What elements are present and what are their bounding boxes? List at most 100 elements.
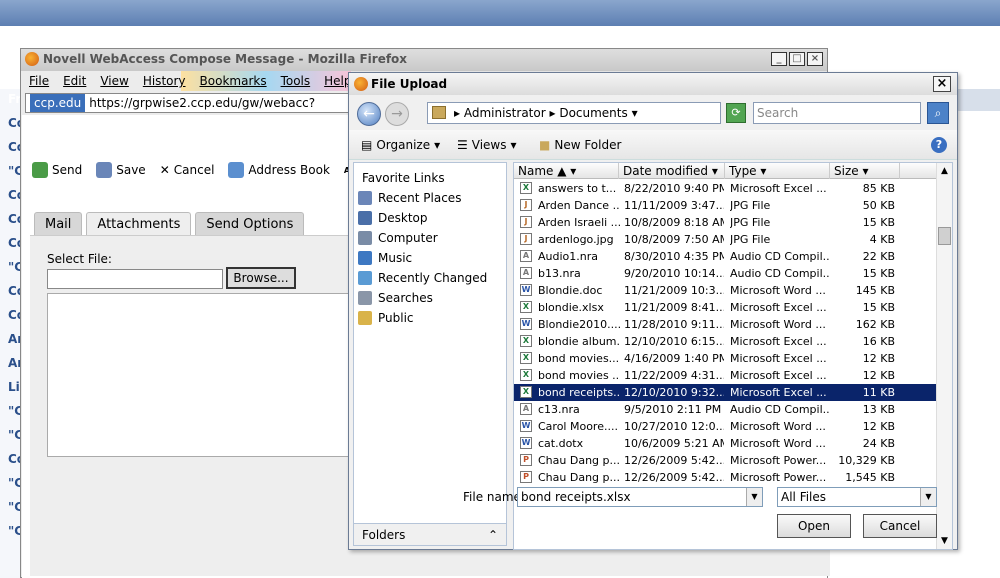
firefox-title-bar: Novell WebAccess Compose Message - Mozil… bbox=[21, 49, 827, 71]
minimize-button[interactable]: _ bbox=[771, 52, 787, 66]
cancel-button[interactable]: Cancel bbox=[863, 514, 937, 538]
file-name: Chau Dang p... bbox=[538, 471, 620, 484]
file-type-select[interactable]: All Files ▼ bbox=[777, 487, 937, 507]
favorite-link[interactable]: Recently Changed bbox=[358, 271, 487, 285]
file-row[interactable]: W Blondie2010.... 11/28/2010 9:11... Micros… bbox=[514, 316, 940, 333]
file-type: Microsoft Power... bbox=[730, 471, 827, 484]
organize-button[interactable]: ▤ Organize ▾ bbox=[361, 138, 440, 152]
chevron-down-icon[interactable]: ▼ bbox=[920, 488, 936, 506]
views-button[interactable]: ☰ Views ▾ bbox=[457, 138, 517, 152]
menu-item-file[interactable]: File bbox=[29, 71, 49, 91]
new-folder-icon: ■ bbox=[539, 138, 551, 152]
file-row[interactable]: Xblondie.xlsx 11/21/2009 8:41... Microsoft… bbox=[514, 299, 940, 316]
favorite-links-header: Favorite Links bbox=[362, 171, 445, 185]
file-type-icon: J bbox=[520, 199, 532, 211]
menu-item-history[interactable]: History bbox=[143, 71, 186, 91]
favorite-link-icon bbox=[358, 251, 372, 265]
file-row[interactable]: Ab13.nra 9/20/2010 10:14... Audio CD Compi… bbox=[514, 265, 940, 282]
navigation-row: ← → ▸ Administrator ▸ Documents ▾ ⟳ Sear… bbox=[349, 98, 957, 128]
menu-item-bookmarks[interactable]: Bookmarks bbox=[200, 71, 267, 91]
dialog-close-button[interactable]: × bbox=[933, 76, 951, 92]
file-name: blondie.xlsx bbox=[538, 301, 604, 314]
file-row[interactable]: Xbond movies ... 11/22/2009 4:31... Micros… bbox=[514, 367, 940, 384]
file-row[interactable]: A Audio1.nra 8/30/2010 4:35 PM Audio CD Com… bbox=[514, 248, 940, 265]
column-name[interactable]: Name ▲ ▾ bbox=[514, 163, 619, 179]
file-name: c13.nra bbox=[538, 403, 580, 416]
search-button[interactable]: ⌕ bbox=[927, 102, 949, 124]
close-button[interactable]: × bbox=[807, 52, 823, 66]
tab-mail[interactable]: Mail bbox=[34, 212, 83, 236]
menu-item-edit[interactable]: Edit bbox=[63, 71, 86, 91]
column-type[interactable]: Type ▾ bbox=[725, 163, 830, 179]
send-button[interactable]: Send bbox=[32, 162, 82, 178]
chevron-down-icon[interactable]: ▼ bbox=[746, 488, 762, 506]
scroll-up-icon[interactable]: ▲ bbox=[937, 163, 952, 179]
file-row[interactable]: Ac13.nra 9/5/2010 2:11 PM Audio CD Compil.… bbox=[514, 401, 940, 418]
file-date: 11/11/2009 3:47... bbox=[624, 199, 724, 212]
favorite-link-label: Recently Changed bbox=[378, 271, 488, 285]
dialog-toolbar: ▤ Organize ▾ ☰ Views ▾ ■ New Folder ? bbox=[349, 130, 957, 160]
tab-attachments[interactable]: Attachments bbox=[86, 212, 192, 236]
address-book-button[interactable]: Address Book bbox=[228, 162, 330, 178]
favorite-link-icon bbox=[358, 191, 372, 205]
file-name: Arden Dance ... bbox=[538, 199, 620, 212]
url-bar[interactable]: ccp.edu https://grpwise2.ccp.edu/gw/weba… bbox=[25, 93, 355, 128]
select-file-label: Select File: bbox=[47, 252, 112, 266]
file-type-icon: P bbox=[520, 471, 532, 483]
file-row[interactable]: P Chau Dang p... 12/26/2009 5:42... Microso… bbox=[514, 469, 940, 486]
file-name: bond movies.... bbox=[538, 352, 620, 365]
menu-item-tools[interactable]: Tools bbox=[281, 71, 311, 91]
file-row[interactable]: Xbond receipts... 12/10/2010 9:32... Micro… bbox=[514, 384, 940, 401]
menu-item-view[interactable]: View bbox=[100, 71, 128, 91]
new-folder-button[interactable]: ■ New Folder bbox=[539, 138, 621, 152]
favorite-link[interactable]: Public bbox=[358, 311, 414, 325]
file-type: Audio CD Compil... bbox=[730, 403, 830, 416]
address-breadcrumb[interactable]: ▸ Administrator ▸ Documents ▾ bbox=[427, 102, 721, 124]
favorite-link[interactable]: Searches bbox=[358, 291, 433, 305]
file-row[interactable]: Jardenlogo.jpg 10/8/2009 7:50 AM JPG File 4… bbox=[514, 231, 940, 248]
tab-send-options[interactable]: Send Options bbox=[195, 212, 305, 236]
scroll-down-icon[interactable]: ▼ bbox=[937, 533, 952, 549]
favorite-link[interactable]: Music bbox=[358, 251, 412, 265]
file-row[interactable]: W Carol Moore.... 10/27/2010 12:0... Micros… bbox=[514, 418, 940, 435]
column-date-modified[interactable]: Date modified ▾ bbox=[619, 163, 725, 179]
file-row[interactable]: Xanswers to t... 8/22/2010 9:40 PM Microso… bbox=[514, 180, 940, 197]
favorite-link-label: Computer bbox=[378, 231, 438, 245]
search-input[interactable]: Search bbox=[753, 102, 921, 124]
open-button[interactable]: Open bbox=[777, 514, 851, 538]
file-row[interactable]: Wcat.dotx 10/6/2009 5:21 AM Microsoft Word… bbox=[514, 435, 940, 452]
file-row[interactable]: P Chau Dang p... 12/26/2009 5:42... Microso… bbox=[514, 452, 940, 469]
refresh-button[interactable]: ⟳ bbox=[726, 103, 746, 123]
breadcrumb-item[interactable]: ▸ Documents ▾ bbox=[549, 106, 637, 120]
save-button[interactable]: Save bbox=[96, 162, 146, 178]
scroll-thumb[interactable] bbox=[938, 227, 951, 245]
breadcrumb-item[interactable]: ▸ Administrator bbox=[454, 106, 546, 120]
folders-toggle[interactable]: Folders ⌃ bbox=[354, 523, 506, 545]
favorite-link[interactable]: Desktop bbox=[358, 211, 428, 225]
browse-button[interactable]: Browse... bbox=[226, 267, 296, 289]
file-row[interactable]: Xbond movies.... 4/16/2009 1:40 PM Microso… bbox=[514, 350, 940, 367]
file-date: 8/22/2010 9:40 PM bbox=[624, 182, 724, 195]
favorite-link[interactable]: Computer bbox=[358, 231, 438, 245]
file-row[interactable]: J Arden Dance ... 11/11/2009 3:47... JPG Fi… bbox=[514, 197, 940, 214]
favorite-link[interactable]: Recent Places bbox=[358, 191, 461, 205]
file-name-input[interactable]: bond receipts.xlsx ▼ bbox=[517, 487, 763, 507]
file-type-icon: P bbox=[520, 454, 532, 466]
url-domain-badge: ccp.edu bbox=[30, 94, 86, 112]
file-size: 1,545 KB bbox=[845, 471, 895, 484]
cancel-button[interactable]: ✕ Cancel bbox=[160, 163, 215, 177]
help-icon[interactable]: ? bbox=[931, 137, 947, 153]
select-file-input[interactable] bbox=[47, 269, 223, 289]
forward-button[interactable]: → bbox=[385, 102, 409, 126]
maximize-button[interactable]: □ bbox=[789, 52, 805, 66]
file-date: 12/26/2009 5:42... bbox=[624, 454, 724, 467]
column-size[interactable]: Size ▾ bbox=[830, 163, 900, 179]
file-type-icon: W bbox=[520, 437, 532, 449]
file-type: JPG File bbox=[730, 216, 771, 229]
file-row[interactable]: W Blondie.doc 11/21/2009 10:3... Microsoft … bbox=[514, 282, 940, 299]
file-row[interactable]: J Arden Israeli ... 10/8/2009 8:18 AM JPG F… bbox=[514, 214, 940, 231]
vertical-scrollbar[interactable]: ▲ ▼ bbox=[936, 163, 952, 549]
file-row[interactable]: Xblondie album... 12/10/2010 6:15... Micro… bbox=[514, 333, 940, 350]
back-button[interactable]: ← bbox=[357, 102, 381, 126]
chevron-up-icon: ⌃ bbox=[487, 528, 498, 542]
